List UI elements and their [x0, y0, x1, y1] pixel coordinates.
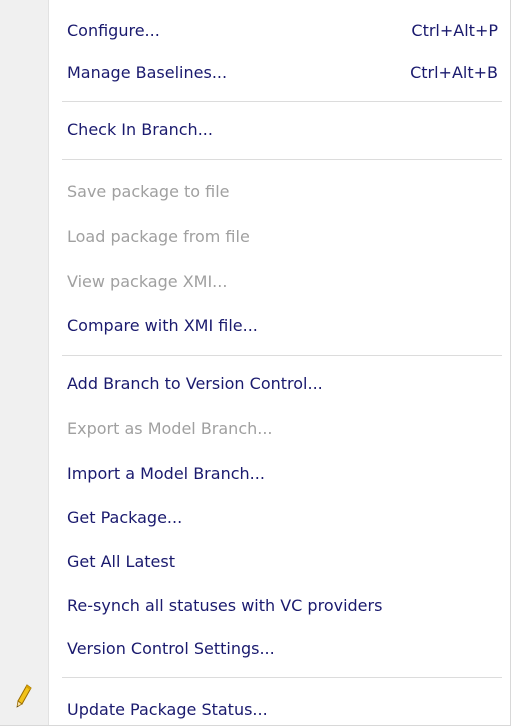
- menu-item-label: Get Package...: [67, 508, 183, 527]
- menu-separator: [62, 101, 502, 102]
- menu-item-label: Update Package Status...: [67, 700, 268, 719]
- menu-separator: [62, 677, 502, 678]
- menu-item-label: Get All Latest: [67, 552, 175, 571]
- menu-item-label: Add Branch to Version Control...: [67, 374, 323, 393]
- menu-item-version-control-settings[interactable]: Version Control Settings...: [67, 637, 498, 661]
- menu-item-export-as-model-branch: Export as Model Branch...: [67, 417, 498, 441]
- menu-item-shortcut: Ctrl+Alt+B: [410, 63, 498, 82]
- menu-item-label: Check In Branch...: [67, 120, 213, 139]
- menu-item-label: Save package to file: [67, 182, 230, 201]
- menu-item-manage-baselines[interactable]: Manage Baselines... Ctrl+Alt+B: [67, 61, 498, 85]
- pencil-icon: [14, 683, 34, 709]
- menu-item-label: Configure...: [67, 21, 160, 40]
- menu-item-check-in-branch[interactable]: Check In Branch...: [67, 118, 498, 142]
- menu-item-label: Export as Model Branch...: [67, 419, 273, 438]
- menu-item-label: Load package from file: [67, 227, 250, 246]
- menu-item-add-branch-to-version-control[interactable]: Add Branch to Version Control...: [67, 372, 498, 396]
- menu-item-compare-with-xmi-file[interactable]: Compare with XMI file...: [67, 314, 498, 338]
- menu-item-label: Manage Baselines...: [67, 63, 228, 82]
- menu-item-save-package-to-file: Save package to file: [67, 180, 498, 204]
- menu-separator: [62, 159, 502, 160]
- menu-item-get-package[interactable]: Get Package...: [67, 506, 498, 530]
- menu-item-view-package-xmi: View package XMI...: [67, 270, 498, 294]
- menu-item-update-package-status[interactable]: Update Package Status...: [67, 698, 498, 722]
- menu-item-import-a-model-branch[interactable]: Import a Model Branch...: [67, 462, 498, 486]
- menu-item-label: Import a Model Branch...: [67, 464, 265, 483]
- menu-item-label: Compare with XMI file...: [67, 316, 258, 335]
- context-menu: Configure... Ctrl+Alt+P Manage Baselines…: [0, 0, 511, 726]
- menu-item-label: Version Control Settings...: [67, 639, 275, 658]
- menu-item-shortcut: Ctrl+Alt+P: [411, 21, 498, 40]
- menu-item-re-synch-all-statuses[interactable]: Re-synch all statuses with VC providers: [67, 594, 498, 618]
- menu-icon-gutter: [0, 0, 49, 725]
- menu-item-configure[interactable]: Configure... Ctrl+Alt+P: [67, 19, 498, 43]
- menu-separator: [62, 355, 502, 356]
- menu-item-load-package-from-file: Load package from file: [67, 225, 498, 249]
- menu-item-label: Re-synch all statuses with VC providers: [67, 596, 383, 615]
- menu-item-label: View package XMI...: [67, 272, 228, 291]
- menu-item-get-all-latest[interactable]: Get All Latest: [67, 550, 498, 574]
